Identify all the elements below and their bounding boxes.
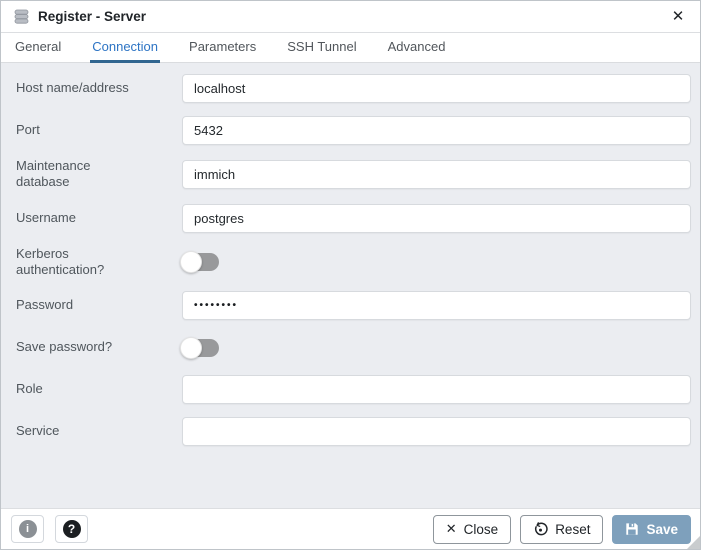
form-row: Username (16, 204, 691, 233)
save-button[interactable]: Save (612, 515, 691, 544)
form-row: Maintenance database (16, 158, 691, 191)
reset-button-label: Reset (555, 522, 590, 537)
host-input[interactable] (182, 74, 691, 103)
reset-button[interactable]: Reset (520, 515, 603, 544)
connection-form: Host name/address Port Maintenance datab… (1, 63, 700, 508)
save-password-label: Save password? (16, 339, 182, 355)
toggle-knob (180, 251, 202, 273)
close-x-icon: ✕ (446, 521, 457, 537)
form-row: Kerberos authentication? (16, 246, 691, 279)
reset-icon (533, 522, 548, 537)
form-row: Port (16, 116, 691, 145)
role-input[interactable] (182, 375, 691, 404)
info-button[interactable]: i (11, 515, 44, 543)
close-button[interactable]: ✕ Close (433, 515, 511, 544)
port-label: Port (16, 122, 182, 138)
close-dialog-icon[interactable]: ✕ (668, 7, 688, 27)
form-row: Save password? (16, 333, 691, 362)
username-input[interactable] (182, 204, 691, 233)
form-row: Role (16, 375, 691, 404)
password-input[interactable] (182, 291, 691, 320)
tab-bar: General Connection Parameters SSH Tunnel… (1, 33, 700, 63)
save-floppy-icon (625, 522, 639, 536)
title-bar: Register - Server ✕ (1, 1, 700, 33)
maintenance-db-input[interactable] (182, 160, 691, 189)
register-server-dialog: Register - Server ✕ General Connection P… (0, 0, 701, 550)
username-label: Username (16, 210, 182, 226)
port-input[interactable] (182, 116, 691, 145)
tab-ssh-tunnel[interactable]: SSH Tunnel (285, 33, 358, 63)
form-row: Service (16, 417, 691, 446)
dialog-footer: i ? ✕ Close Reset (1, 508, 700, 549)
maintenance-db-label: Maintenance database (16, 158, 182, 191)
toggle-knob (180, 337, 202, 359)
service-label: Service (16, 423, 182, 439)
kerberos-label: Kerberos authentication? (16, 246, 182, 279)
help-icon: ? (63, 520, 81, 538)
tab-connection[interactable]: Connection (90, 33, 160, 63)
password-label: Password (16, 297, 182, 313)
help-button[interactable]: ? (55, 515, 88, 543)
role-label: Role (16, 381, 182, 397)
form-row: Password (16, 291, 691, 320)
host-label: Host name/address (16, 80, 182, 96)
service-input[interactable] (182, 417, 691, 446)
server-stack-icon (13, 8, 30, 25)
dialog-title: Register - Server (38, 9, 146, 24)
info-icon: i (19, 520, 37, 538)
tab-parameters[interactable]: Parameters (187, 33, 258, 63)
save-password-toggle[interactable] (182, 339, 219, 357)
save-button-label: Save (646, 522, 678, 537)
tab-general[interactable]: General (13, 33, 63, 63)
tab-advanced[interactable]: Advanced (386, 33, 448, 63)
close-button-label: Close (464, 522, 499, 537)
resize-handle[interactable] (687, 536, 700, 549)
form-row: Host name/address (16, 74, 691, 103)
kerberos-toggle[interactable] (182, 253, 219, 271)
